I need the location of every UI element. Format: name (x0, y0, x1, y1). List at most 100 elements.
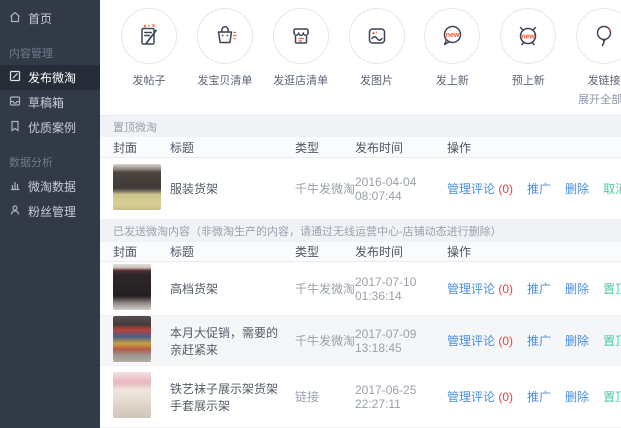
shop-list-icon (285, 20, 317, 52)
sidebar-item-fans[interactable]: 粉丝管理 (0, 199, 100, 224)
table-row: 高档货架 千牛发微淘 2017-07-10 01:36:14 管理评论 (0) … (100, 262, 621, 316)
delete-link[interactable]: 删除 (565, 280, 589, 297)
col-time: 发布时间 (355, 243, 447, 260)
row-time: 2017-07-10 01:36:14 (355, 275, 447, 303)
quick-action-shop-list: 发逛店清单 (270, 8, 332, 88)
home-icon (9, 11, 21, 26)
link-button[interactable] (576, 8, 621, 64)
table-row: 本月大促销，需要的亲赶紧来 千牛发微淘 2017-07-09 13:18:45 … (100, 316, 621, 366)
quick-action-label: 发宝贝清单 (197, 72, 252, 88)
sidebar-section-analytics: 数据分析 (0, 153, 100, 171)
expand-all-label: 展开全部 (578, 91, 621, 107)
sidebar-item-drafts[interactable]: 草稿箱 (0, 90, 100, 115)
manage-comments-link[interactable]: 管理评论 (0) (447, 332, 513, 349)
col-type: 类型 (295, 139, 355, 156)
row-type: 千牛发微淘 (295, 180, 355, 197)
row-title: 服装货架 (170, 180, 295, 197)
quick-action-label: 发图片 (360, 72, 393, 88)
row-actions: 管理评论 (0) 推广 删除 置顶 (447, 388, 621, 405)
image-icon (361, 20, 393, 52)
pre-new-button[interactable]: new (500, 8, 556, 64)
pinned-table: 封面 标题 类型 发布时间 操作 服装货架 千牛发微淘 2016-04-04 0… (100, 137, 621, 220)
pin-link[interactable]: 置顶 (603, 388, 621, 405)
case-icon (9, 120, 21, 135)
cover-thumbnail[interactable] (113, 316, 151, 362)
new-badge: new (521, 34, 535, 41)
delete-link[interactable]: 删除 (565, 332, 589, 349)
pin-link[interactable]: 置顶 (603, 332, 621, 349)
row-actions: 管理评论 (0) 推广 删除 取消置顶 (447, 180, 621, 197)
app-root: 首页 内容管理 发布微淘 草稿箱 优质案例 数据分析 微淘数据 (0, 0, 621, 428)
item-list-icon (209, 20, 241, 52)
promote-link[interactable]: 推广 (527, 332, 551, 349)
col-title: 标题 (170, 243, 295, 260)
promote-link[interactable]: 推广 (527, 180, 551, 197)
row-title: 本月大促销，需要的亲赶紧来 (170, 324, 295, 358)
col-actions: 操作 (447, 243, 621, 260)
promote-link[interactable]: 推广 (527, 388, 551, 405)
quick-action-label: 发链接 (588, 72, 621, 88)
sidebar-item-label: 首页 (28, 10, 52, 27)
quick-action-label: 发帖子 (133, 72, 166, 88)
quick-action-label: 发逛店清单 (273, 72, 328, 88)
table-row: 铁艺袜子展示架货架手套展示架 链接 2017-06-25 22:27:11 管理… (100, 366, 621, 428)
quick-action-label: 发上新 (436, 72, 469, 88)
table-row: 服装货架 千牛发微淘 2016-04-04 08:07:44 管理评论 (0) … (100, 158, 621, 220)
cover-thumbnail[interactable] (113, 164, 161, 210)
row-title: 高档货架 (170, 280, 295, 297)
new-badge: new (446, 32, 460, 39)
pinned-section-title: 置顶微淘 (100, 116, 621, 137)
quick-action-item-list: 发宝贝清单 (194, 8, 256, 88)
image-button[interactable] (349, 8, 405, 64)
row-type: 千牛发微淘 (295, 332, 355, 349)
manage-comments-link[interactable]: 管理评论 (0) (447, 180, 513, 197)
expand-all-link[interactable]: 展开全部 (578, 91, 621, 107)
comment-count: (0) (498, 282, 513, 296)
delete-link[interactable]: 删除 (565, 388, 589, 405)
sidebar-item-weitao-data[interactable]: 微淘数据 (0, 174, 100, 199)
quick-action-post: 发帖子 (118, 8, 180, 88)
sidebar-item-publish-weitao[interactable]: 发布微淘 (0, 65, 100, 90)
quick-actions-row: 发帖子 发宝贝清单 (100, 0, 621, 88)
manage-comments-link[interactable]: 管理评论 (0) (447, 280, 513, 297)
publish-icon (9, 70, 21, 85)
manage-comments-link[interactable]: 管理评论 (0) (447, 388, 513, 405)
sent-table: 封面 标题 类型 发布时间 操作 高档货架 千牛发微淘 2017-07-10 0… (100, 242, 621, 428)
delete-link[interactable]: 删除 (565, 180, 589, 197)
col-type: 类型 (295, 243, 355, 260)
quick-actions-card: 发帖子 发宝贝清单 (100, 0, 621, 116)
pin-link[interactable]: 置顶 (603, 280, 621, 297)
quick-action-label: 预上新 (512, 72, 545, 88)
row-time: 2016-04-04 08:07:44 (355, 175, 447, 203)
col-cover: 封面 (113, 243, 170, 260)
cover-thumbnail[interactable] (113, 372, 151, 418)
new-arrival-icon: new (436, 20, 468, 52)
col-time: 发布时间 (355, 139, 447, 156)
item-list-button[interactable] (197, 8, 253, 64)
link-icon (588, 20, 620, 52)
row-title: 铁艺袜子展示架货架手套展示架 (170, 380, 295, 414)
quick-action-pre-new: new 预上新 (497, 8, 559, 88)
post-button[interactable] (121, 8, 177, 64)
row-time: 2017-07-09 13:18:45 (355, 327, 447, 355)
post-icon (133, 20, 165, 52)
table-header: 封面 标题 类型 发布时间 操作 (100, 137, 621, 158)
promote-link[interactable]: 推广 (527, 280, 551, 297)
cover-thumbnail[interactable] (113, 264, 151, 310)
sent-section-title: 已发送微淘内容（非微淘生产的内容，请通过无线运营中心-店铺动态进行删除） (100, 220, 621, 242)
sidebar-section-content: 内容管理 (0, 44, 100, 62)
unpin-link[interactable]: 取消置顶 (603, 180, 621, 197)
new-arrival-button[interactable]: new (424, 8, 480, 64)
shop-list-button[interactable] (273, 8, 329, 64)
table-header: 封面 标题 类型 发布时间 操作 (100, 242, 621, 262)
pre-new-icon: new (512, 20, 544, 52)
row-type: 千牛发微淘 (295, 280, 355, 297)
col-actions: 操作 (447, 139, 621, 156)
sidebar-item-label: 微淘数据 (28, 178, 76, 195)
sidebar-item-label: 优质案例 (28, 119, 76, 136)
sidebar-item-home[interactable]: 首页 (0, 6, 100, 31)
comment-count: (0) (498, 390, 513, 404)
sidebar-item-best-cases[interactable]: 优质案例 (0, 115, 100, 140)
row-type: 链接 (295, 388, 355, 405)
col-cover: 封面 (113, 139, 170, 156)
